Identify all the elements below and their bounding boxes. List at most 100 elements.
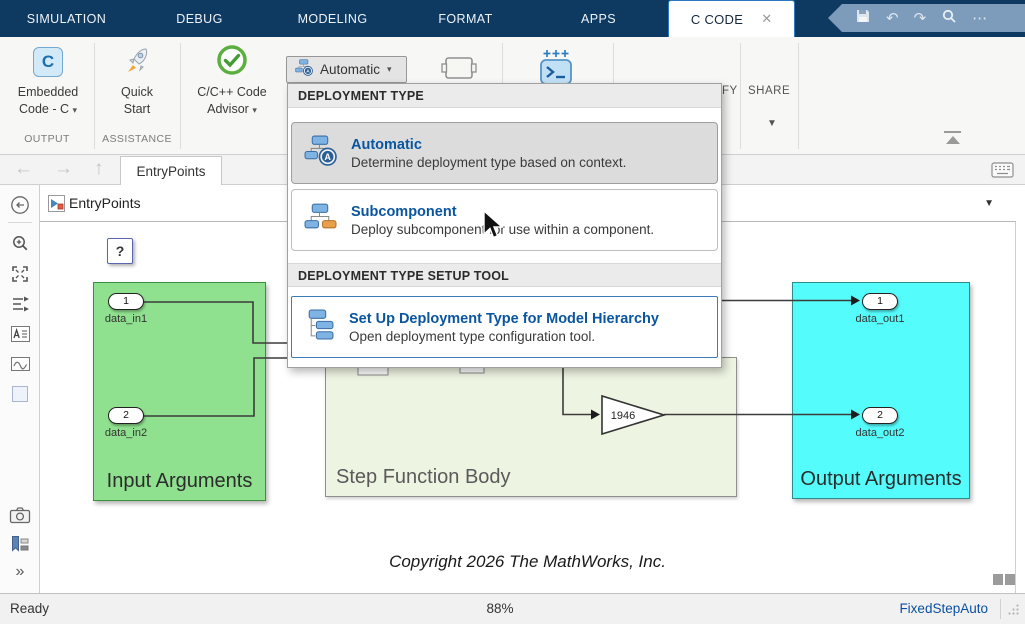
viewmarks-button[interactable] (0, 535, 40, 553)
minimize-ribbon-arrow-icon (946, 136, 960, 144)
group-label-share[interactable]: SHARE (748, 85, 790, 97)
tab-format[interactable]: FORMAT (399, 0, 532, 37)
signal-lines-icon (10, 294, 31, 314)
palette-divider (8, 222, 32, 223)
mouse-cursor (482, 210, 506, 245)
area-box-icon (10, 384, 30, 404)
outport-2[interactable]: 2 (862, 407, 898, 424)
minimize-ribbon-bar (944, 131, 961, 133)
status-bar: Ready 88% FixedStepAuto (0, 593, 1025, 624)
close-tab-icon[interactable]: ✕ (761, 11, 772, 27)
chevron-down-icon: ▾ (72, 105, 77, 115)
tab-apps[interactable]: APPS (532, 0, 665, 37)
more-options-icon[interactable]: ⋯ (972, 11, 987, 26)
image-icon (10, 354, 31, 374)
tab-modeling[interactable]: MODELING (266, 0, 399, 37)
automatic-item-desc: Determine deployment type based on conte… (351, 155, 626, 170)
search-icon[interactable] (941, 8, 957, 29)
code-advisor-button[interactable]: C/C++ Code Advisor ▾ (182, 44, 282, 118)
popup-section-setup-tool: DEPLOYMENT TYPE SETUP TOOL (288, 263, 721, 287)
group-label-output: OUTPUT (0, 133, 94, 145)
fit-view-icon (10, 264, 30, 284)
screenshot-button[interactable] (0, 505, 40, 524)
left-tool-palette: » (0, 185, 40, 593)
share-caret-icon[interactable]: ▼ (767, 118, 777, 129)
quick-start-label-line2: Start (96, 101, 178, 118)
copyright-annotation: Copyright 2026 The MathWorks, Inc. (40, 552, 1015, 572)
embedded-coder-icon: C (33, 47, 63, 77)
outport-1[interactable]: 1 (862, 293, 898, 310)
group-label-assistance: ASSISTANCE (94, 133, 180, 145)
fit-to-view-button[interactable] (0, 264, 40, 284)
keyboard-shortcuts-icon[interactable] (991, 162, 1014, 183)
deployment-auto-icon: A (304, 135, 337, 171)
tab-debug[interactable]: DEBUG (133, 0, 266, 37)
popup-item-setup-hierarchy[interactable]: Set Up Deployment Type for Model Hierarc… (291, 296, 718, 358)
status-text: Ready (10, 601, 49, 616)
auto-arrange-button[interactable] (0, 294, 40, 314)
outport-1-label: data_out1 (840, 313, 920, 325)
inport-1[interactable]: 1 (108, 293, 144, 310)
document-tab-entrypoints[interactable]: EntryPoints (120, 156, 222, 186)
embedded-code-label-line2: Code - C (19, 102, 69, 116)
advisor-label-line1: C/C++ Code (182, 84, 282, 101)
inport-2[interactable]: 2 (108, 407, 144, 424)
area-annotation-button[interactable] (0, 384, 40, 404)
tab-simulation[interactable]: SIMULATION (0, 0, 133, 37)
solver-name[interactable]: FixedStepAuto (899, 601, 988, 616)
circle-arrow-left-icon (10, 195, 30, 215)
unknown-block[interactable]: ? (107, 238, 133, 264)
expand-palette-button[interactable]: » (0, 563, 40, 581)
annotation-icon (10, 324, 31, 344)
forward-icon[interactable]: → (54, 158, 73, 180)
breadcrumb-model-name[interactable]: EntryPoints (69, 195, 141, 211)
svg-text:A: A (325, 152, 332, 162)
tab-c-code-active[interactable]: C CODE ✕ (668, 0, 795, 37)
pane-splitter-handle[interactable] (993, 574, 1003, 585)
redo-icon[interactable]: ↷ (914, 11, 927, 26)
resize-grip-icon[interactable] (1007, 603, 1020, 621)
popup-item-automatic[interactable]: A Automatic Determine deployment type ba… (291, 122, 718, 184)
step-function-body-area[interactable]: Step Function Body (325, 357, 737, 497)
image-annotation-button[interactable] (0, 354, 40, 374)
up-to-parent-icon[interactable]: ↑ (94, 158, 104, 180)
step-function-body-title: Step Function Body (336, 466, 736, 489)
group-label-verify-partial[interactable]: FY (722, 85, 738, 97)
back-icon[interactable]: ← (14, 158, 33, 180)
annotation-button[interactable] (0, 324, 40, 344)
popup-section-deployment-type: DEPLOYMENT TYPE (288, 84, 721, 108)
terminal-icon (537, 48, 575, 88)
quick-start-label-line1: Quick (96, 84, 178, 101)
simulink-window: SIMULATION DEBUG MODELING FORMAT APPS C … (0, 0, 1025, 624)
group-separator (740, 43, 741, 149)
undo-icon[interactable]: ↶ (886, 11, 899, 26)
hide-model-browser-button[interactable] (0, 195, 40, 215)
tab-c-code-label: C CODE (691, 12, 743, 27)
quick-access-toolbar: ↶ ↷ ⋯ (828, 4, 1025, 32)
deployment-auto-icon: A (295, 59, 313, 81)
minimize-ribbon-button[interactable] (944, 131, 961, 144)
chevron-down-icon: ▾ (252, 105, 257, 115)
pane-splitter-handle[interactable] (1005, 574, 1016, 585)
zoom-region-button[interactable] (0, 233, 40, 254)
breadcrumb-dropdown-icon[interactable]: ▼ (984, 198, 994, 209)
quick-start-button[interactable]: Quick Start (96, 44, 178, 118)
save-icon[interactable] (855, 8, 871, 29)
chevron-down-icon: ▾ (387, 64, 392, 75)
embedded-code-label-line1: Embedded (4, 84, 92, 101)
embedded-code-button[interactable]: C Embedded Code - C ▾ (4, 44, 92, 118)
model-icon (48, 195, 65, 217)
component-icon (439, 51, 479, 85)
outport-2-label: data_out2 (840, 427, 920, 439)
group-separator (180, 43, 181, 149)
zoom-level: 88% (460, 601, 540, 616)
advisor-label-line2: Advisor (207, 102, 249, 116)
camera-icon (9, 505, 31, 524)
deployment-type-dropdown[interactable]: A Automatic ▾ (286, 56, 407, 83)
deployment-hierarchy-icon (304, 309, 335, 345)
toolstrip-tab-bar: SIMULATION DEBUG MODELING FORMAT APPS C … (0, 0, 1025, 37)
setup-item-desc: Open deployment type configuration tool. (349, 329, 659, 344)
setup-item-title: Set Up Deployment Type for Model Hierarc… (349, 311, 659, 327)
inport-1-label: data_in1 (86, 313, 166, 325)
inport-2-label: data_in2 (86, 427, 166, 439)
